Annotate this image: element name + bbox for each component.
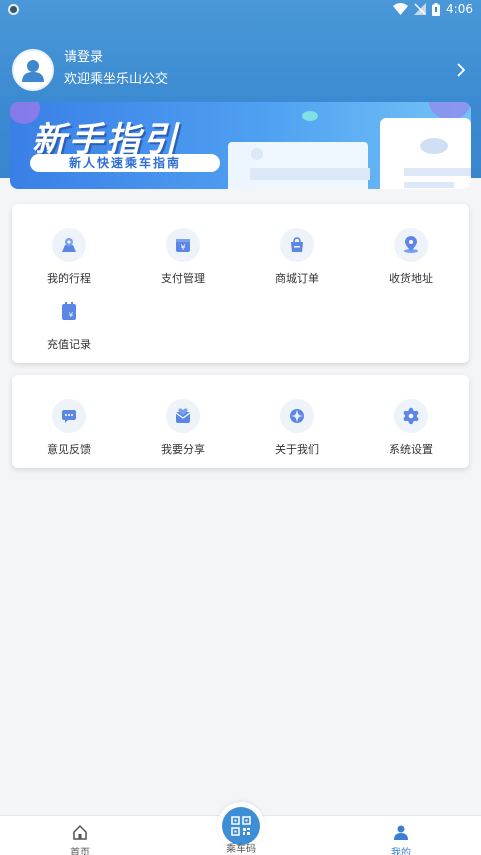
tab-ride-code[interactable]: 乘车码 bbox=[201, 840, 281, 855]
menu-item-share[interactable]: 我要分享 bbox=[126, 399, 240, 457]
tab-label-mine: 我的 bbox=[391, 848, 411, 855]
svg-text:¥: ¥ bbox=[69, 311, 74, 319]
share-icon bbox=[175, 408, 191, 423]
map-location-icon bbox=[62, 238, 76, 252]
welcome-text: 欢迎乘坐乐山公交 bbox=[64, 72, 169, 87]
wifi-icon bbox=[393, 3, 409, 15]
menu-label-about: 关于我们 bbox=[275, 443, 319, 456]
menu-label-mall-orders: 商城订单 bbox=[275, 272, 319, 285]
newbie-guide-banner[interactable]: 新手指引 新人快速乘车指南 bbox=[10, 102, 471, 189]
notification-icon bbox=[8, 4, 19, 15]
menu-item-my-trips[interactable]: 我的行程 bbox=[12, 228, 126, 286]
menu-item-settings[interactable]: 系统设置 bbox=[354, 399, 468, 457]
chevron-right-icon[interactable] bbox=[454, 60, 468, 80]
profile-login-row[interactable]: 请登录 欢迎乘坐乐山公交 bbox=[12, 48, 472, 92]
status-time: 4:06 bbox=[446, 2, 473, 16]
user-icon bbox=[394, 825, 408, 840]
menu-label-address: 收货地址 bbox=[389, 272, 433, 285]
tab-label-home: 首页 bbox=[70, 848, 90, 855]
menu-label-my-trips: 我的行程 bbox=[47, 272, 91, 285]
user-avatar-icon bbox=[22, 60, 44, 82]
feedback-icon bbox=[62, 410, 76, 423]
no-signal-icon bbox=[414, 3, 427, 15]
tab-label-ride-code: 乘车码 bbox=[226, 844, 256, 855]
shopping-bag-icon bbox=[291, 237, 303, 252]
svg-text:¥: ¥ bbox=[180, 243, 185, 252]
menu-item-recharge-record[interactable]: ¥ 充值记录 bbox=[12, 294, 126, 352]
primary-menu-card: 我的行程 ¥ 支付管理 商城订单 收货地址 ¥ 充值记录 bbox=[12, 204, 469, 363]
menu-label-recharge-record: 充值记录 bbox=[47, 338, 91, 351]
status-indicators: 4:06 bbox=[393, 2, 473, 16]
menu-label-settings: 系统设置 bbox=[389, 443, 433, 456]
qr-code-icon bbox=[231, 816, 251, 836]
secondary-menu-card: 意见反馈 我要分享 关于我们 系统设置 bbox=[12, 375, 469, 468]
battery-icon bbox=[432, 2, 441, 16]
about-icon bbox=[290, 409, 304, 423]
menu-item-about[interactable]: 关于我们 bbox=[240, 399, 354, 457]
menu-item-feedback[interactable]: 意见反馈 bbox=[12, 399, 126, 457]
tab-mine[interactable]: 我的 bbox=[361, 824, 441, 855]
menu-label-feedback: 意见反馈 bbox=[47, 443, 91, 456]
address-pin-icon bbox=[404, 236, 418, 253]
avatar[interactable] bbox=[12, 49, 54, 91]
status-bar: 4:06 bbox=[0, 0, 481, 20]
bottom-tab-bar: 首页 乘车码 我的 bbox=[0, 802, 481, 855]
menu-item-mall-orders[interactable]: 商城订单 bbox=[240, 228, 354, 286]
payment-icon: ¥ bbox=[176, 239, 190, 252]
menu-item-payment[interactable]: ¥ 支付管理 bbox=[126, 228, 240, 286]
tab-home[interactable]: 首页 bbox=[40, 824, 120, 855]
home-icon bbox=[73, 824, 87, 840]
banner-subtitle: 新人快速乘车指南 bbox=[30, 154, 220, 172]
login-prompt[interactable]: 请登录 bbox=[64, 49, 168, 67]
menu-item-address[interactable]: 收货地址 bbox=[354, 228, 468, 286]
recharge-record-icon: ¥ bbox=[62, 302, 76, 320]
menu-label-share: 我要分享 bbox=[161, 443, 205, 456]
settings-gear-icon bbox=[403, 407, 419, 425]
menu-label-payment: 支付管理 bbox=[161, 272, 205, 285]
